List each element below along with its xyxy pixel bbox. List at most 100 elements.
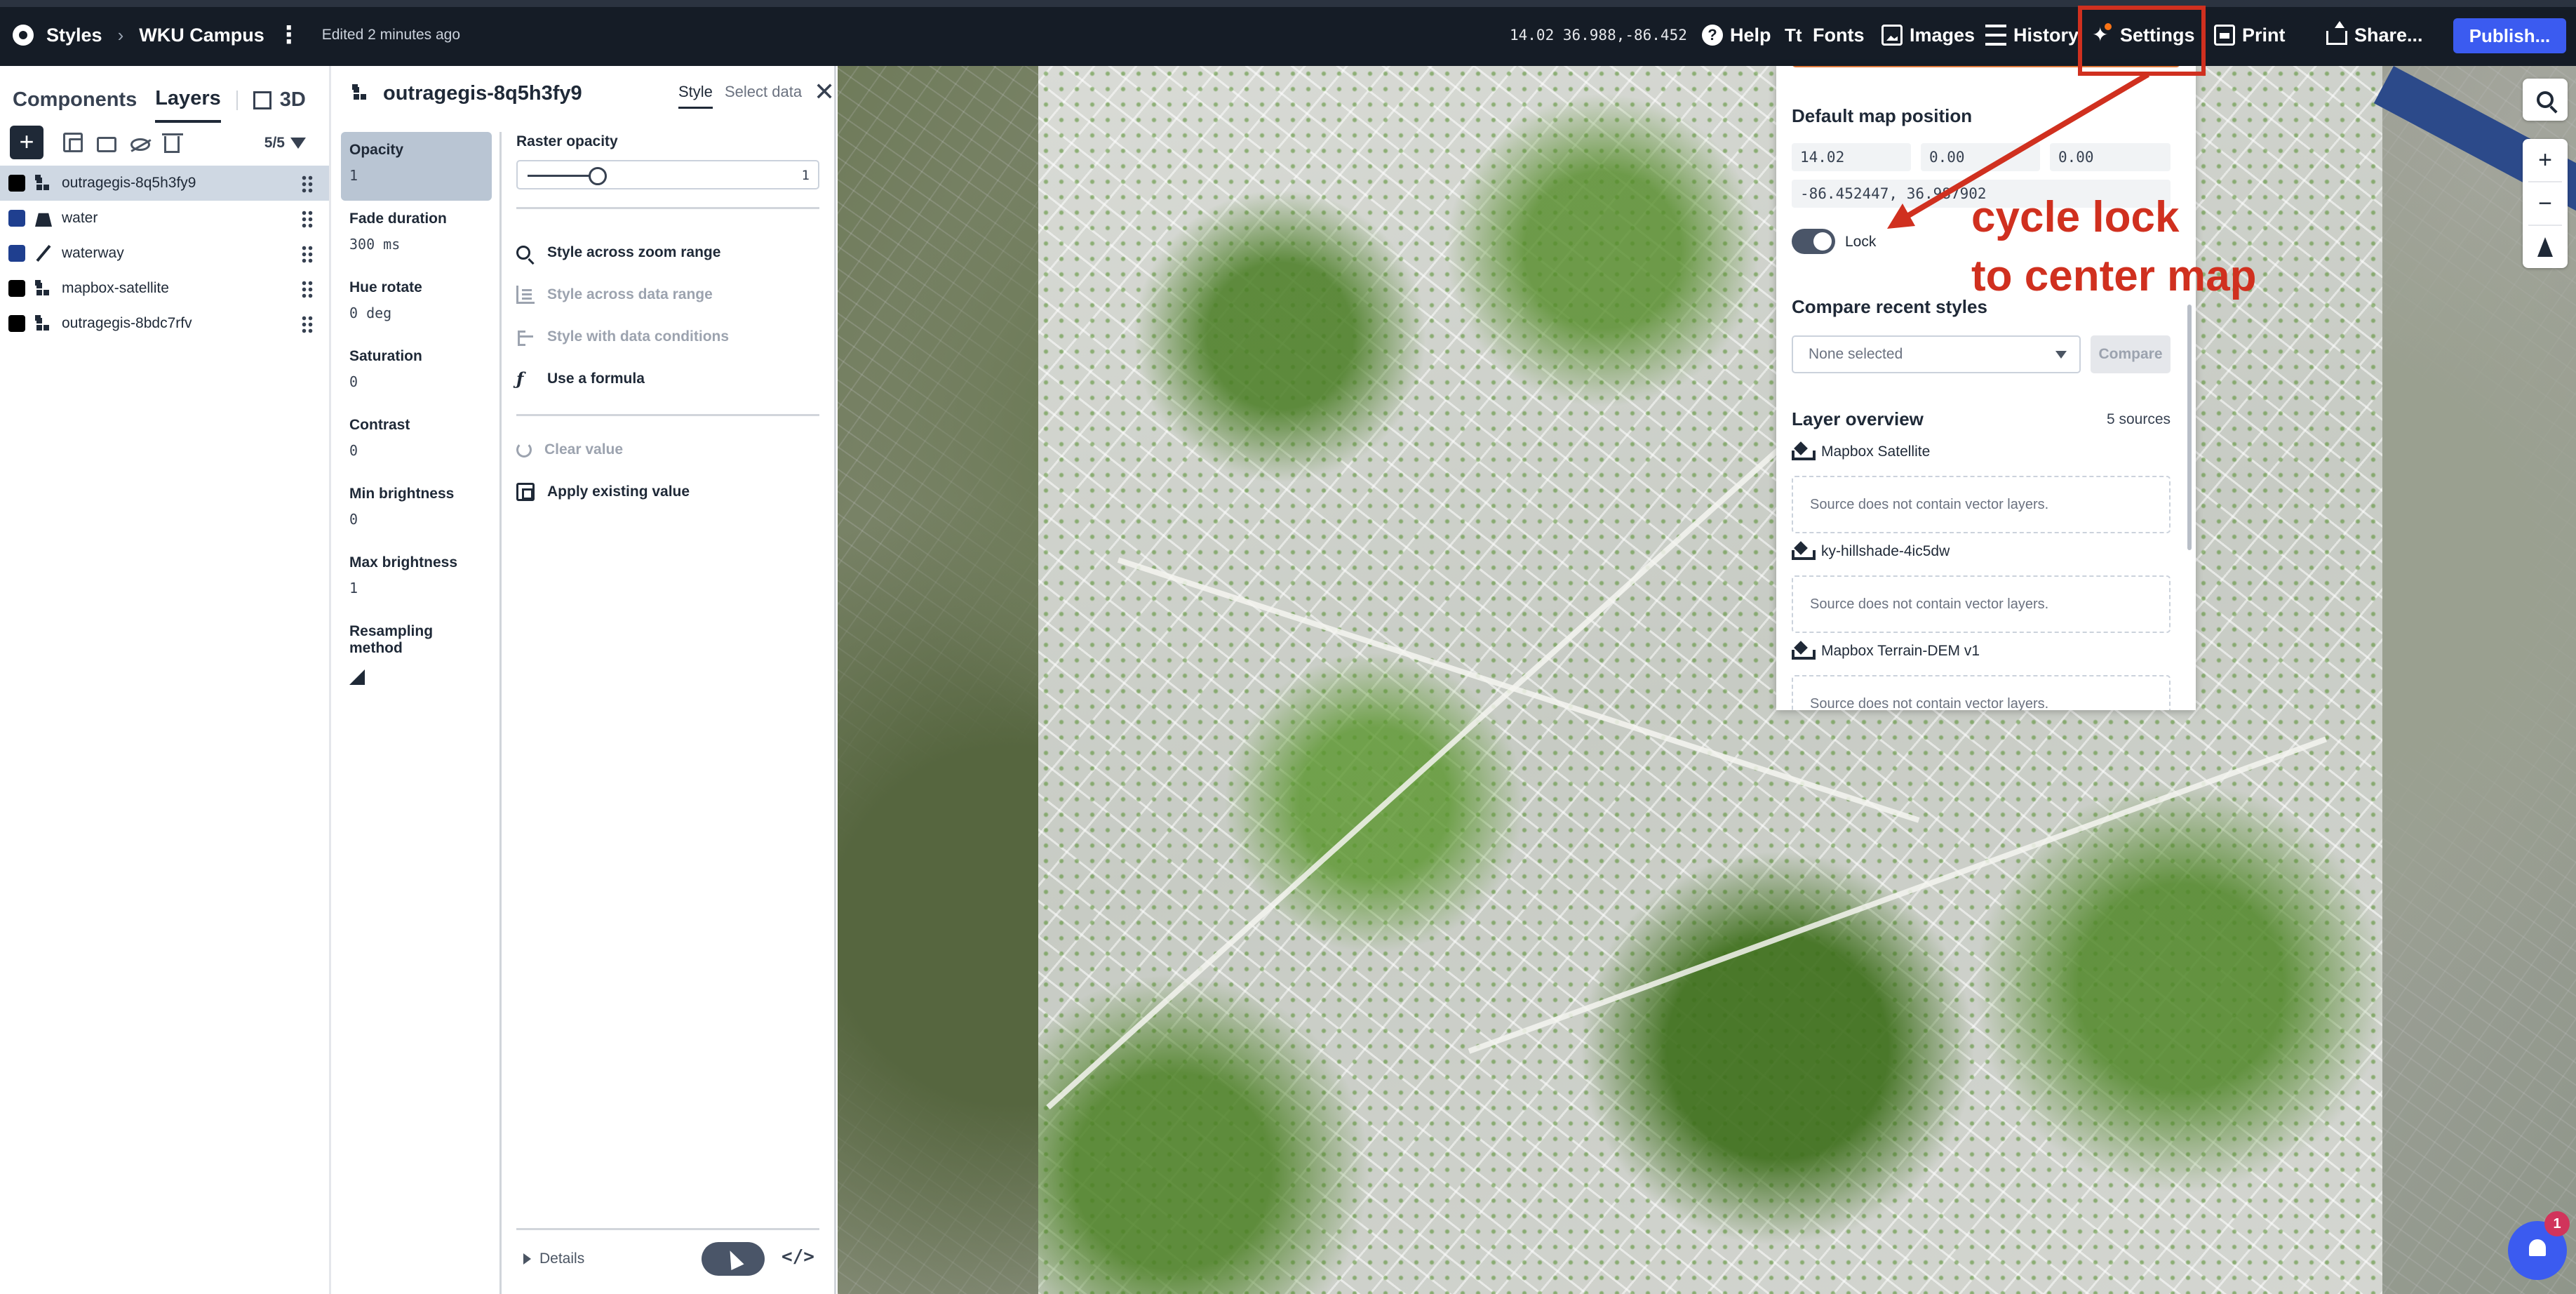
layer-filter[interactable]: 5/5: [264, 135, 306, 152]
compass-icon: [2537, 237, 2553, 257]
raster-layer-icon: [35, 315, 52, 332]
layer-title[interactable]: outragegis-8q5h3fy9: [383, 82, 582, 105]
images-button[interactable]: Images: [1881, 21, 1975, 49]
property-name: Fade duration: [349, 211, 447, 227]
property-opacity[interactable]: Opacity 1: [341, 132, 492, 201]
more-vertical-icon[interactable]: ⋮: [277, 23, 301, 47]
history-button[interactable]: History: [1985, 21, 2079, 49]
style-across-data-range-option[interactable]: Style across data range: [516, 274, 819, 316]
layer-name: waterway: [62, 245, 124, 261]
property-name: Contrast: [349, 417, 410, 433]
option-label: Style across zoom range: [547, 244, 721, 260]
tab-select-data[interactable]: Select data: [725, 83, 802, 101]
layer-properties-panel: outragegis-8q5h3fy9 Style Select data ✕ …: [333, 66, 836, 1294]
help-button[interactable]: ? Help: [1702, 21, 1771, 49]
property-saturation[interactable]: Saturation 0: [341, 338, 492, 407]
zoom-out-icon[interactable]: −: [2523, 182, 2568, 225]
folder-icon[interactable]: [97, 137, 116, 152]
property-name: Saturation: [349, 348, 422, 364]
edited-status: Edited 2 minutes ago: [321, 27, 461, 43]
layer-row[interactable]: mapbox-satellite: [0, 271, 329, 306]
property-fade-duration[interactable]: Fade duration 300 ms: [341, 201, 492, 269]
share-button[interactable]: Share...: [2326, 21, 2423, 49]
style-name[interactable]: WKU Campus: [139, 25, 264, 46]
zoom-in-icon[interactable]: +: [2523, 139, 2568, 181]
delete-layer-icon[interactable]: [162, 133, 183, 153]
drag-handle-icon[interactable]: [301, 315, 314, 333]
annotation-line-1: cycle lock: [1971, 193, 2180, 241]
apply-existing-value-option[interactable]: Apply existing value: [516, 471, 819, 513]
layer-name: outragegis-8bdc7rfv: [62, 315, 192, 331]
property-value: 1: [349, 167, 358, 184]
compare-style-select[interactable]: None selected: [1792, 335, 2081, 373]
use-formula-option[interactable]: ƒ Use a formula: [516, 358, 819, 400]
layer-color-swatch: [8, 175, 25, 192]
property-value: 0 deg: [349, 305, 392, 321]
zoom-field[interactable]: 14.02: [1792, 143, 1911, 171]
add-layer-button[interactable]: +: [10, 126, 43, 159]
map-search-control[interactable]: [2523, 79, 2568, 121]
drag-handle-icon[interactable]: [301, 280, 314, 298]
duplicate-layer-icon[interactable]: [63, 133, 83, 152]
images-icon: [1881, 25, 1903, 46]
drag-handle-icon[interactable]: [301, 175, 314, 193]
property-max-brightness[interactable]: Max brightness 1: [341, 545, 492, 613]
slider-value[interactable]: 1: [802, 168, 810, 183]
tab-components[interactable]: Components: [13, 88, 137, 112]
compare-recent-styles-title: Compare recent styles: [1792, 296, 1987, 317]
property-contrast[interactable]: Contrast 0: [341, 407, 492, 476]
print-button[interactable]: Print: [2214, 21, 2286, 49]
details-toggle[interactable]: Details: [523, 1250, 584, 1267]
share-icon: [2326, 21, 2347, 45]
drag-handle-icon[interactable]: [301, 210, 314, 228]
mapbox-logo-icon[interactable]: [13, 25, 34, 46]
layer-row[interactable]: outragegis-8bdc7rfv: [0, 306, 329, 341]
property-min-brightness[interactable]: Min brightness 0: [341, 476, 492, 545]
style-with-data-conditions-option[interactable]: Style with data conditions: [516, 316, 819, 358]
tab-layers[interactable]: Layers: [155, 87, 221, 123]
map-canvas[interactable]: + −: [838, 66, 2576, 1294]
fonts-label: Fonts: [1813, 24, 1865, 46]
property-resampling-method[interactable]: Resampling method: [341, 613, 492, 685]
property-name: Opacity: [349, 142, 404, 158]
tab-style[interactable]: Style: [678, 83, 713, 109]
clear-value-option[interactable]: Clear value: [516, 429, 819, 471]
settings-highlight-box: [2078, 6, 2206, 76]
code-view-button[interactable]: </>: [781, 1246, 814, 1267]
option-label: Clear value: [544, 441, 624, 458]
reset-bearing-button[interactable]: [2523, 226, 2568, 268]
map-search-button[interactable]: [2523, 79, 2568, 121]
layer-row[interactable]: waterway: [0, 236, 329, 271]
close-icon[interactable]: ✕: [814, 77, 835, 107]
raster-layer-icon: [35, 175, 52, 192]
compare-select-value: None selected: [1809, 346, 1903, 362]
print-icon: [2214, 25, 2235, 46]
raster-opacity-slider[interactable]: 1: [516, 160, 819, 189]
publish-button[interactable]: Publish...: [2453, 18, 2566, 53]
property-hue-rotate[interactable]: Hue rotate 0 deg: [341, 269, 492, 338]
source-label: Mapbox Terrain-DEM v1: [1821, 643, 1980, 659]
compare-button[interactable]: Compare: [2091, 335, 2171, 373]
hide-layer-icon[interactable]: [130, 138, 150, 151]
bearing-field[interactable]: 0.00: [1921, 143, 2040, 171]
layer-row[interactable]: water: [0, 201, 329, 236]
layer-color-swatch: [8, 315, 25, 332]
drag-handle-icon[interactable]: [301, 245, 314, 263]
layer-overview-title: Layer overview: [1792, 408, 1924, 429]
slider-thumb[interactable]: [589, 167, 607, 185]
copy-icon: [516, 483, 535, 501]
source-note: Source does not contain vector layers.: [1792, 675, 2171, 710]
map-position-readout: 14.02 36.988,-86.452: [1510, 27, 1687, 44]
lock-toggle[interactable]: [1792, 229, 1835, 254]
pitch-field[interactable]: 0.00: [2050, 143, 2171, 171]
fonts-button[interactable]: Tt Fonts: [1785, 21, 1865, 49]
style-across-zoom-range-option[interactable]: Style across zoom range: [516, 232, 819, 274]
tab-3d[interactable]: 3D: [253, 88, 306, 112]
raster-opacity-editor: Raster opacity 1: [516, 133, 819, 189]
scrollbar[interactable]: [2187, 305, 2192, 550]
tab-3d-label: 3D: [279, 88, 306, 111]
undo-icon: [516, 442, 532, 458]
cursor-mode-button[interactable]: [702, 1242, 765, 1276]
styles-link[interactable]: Styles: [46, 25, 102, 46]
layer-row[interactable]: outragegis-8q5h3fy9: [0, 166, 329, 201]
